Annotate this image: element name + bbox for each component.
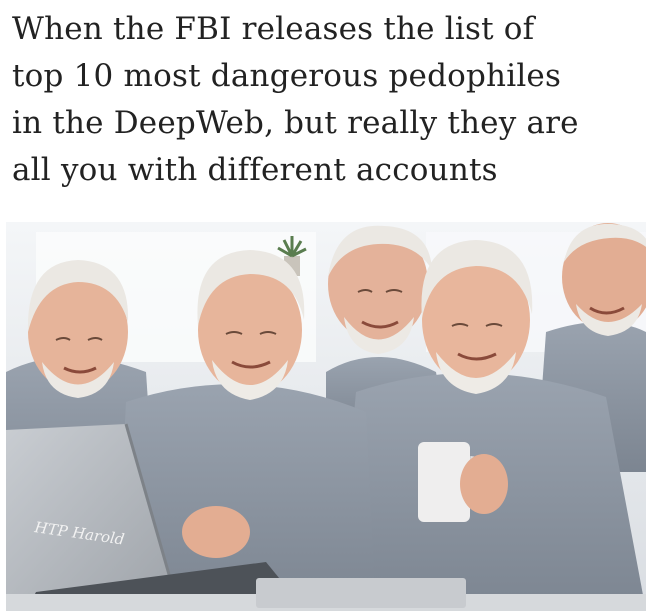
caption-line-3: in the DeepWeb, but really they are [12, 105, 579, 141]
caption-line-1: When the FBI releases the list of [12, 11, 535, 47]
meme: When the FBI releases the list of top 10… [0, 0, 650, 611]
meme-photo: HTP Harold [6, 222, 646, 611]
caption-line-4: all you with different accounts [12, 152, 498, 188]
caption-line-2: top 10 most dangerous pedophiles [12, 58, 562, 94]
caption: When the FBI releases the list of top 10… [12, 6, 642, 194]
keyboard [256, 578, 466, 608]
photo-illustration: HTP Harold [6, 222, 646, 611]
